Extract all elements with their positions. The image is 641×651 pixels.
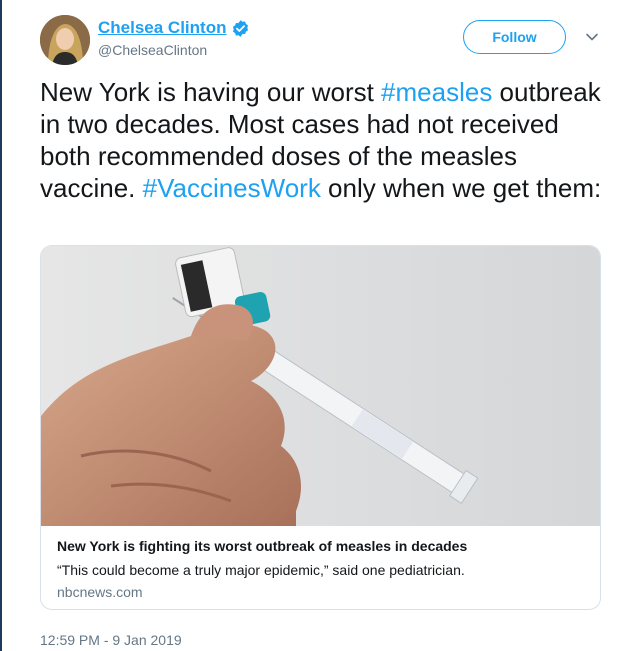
- link-preview-card[interactable]: New York is fighting its worst outbreak …: [40, 245, 601, 610]
- card-title[interactable]: New York is fighting its worst outbreak …: [57, 538, 467, 554]
- tweet-timestamp[interactable]: 12:59 PM - 9 Jan 2019: [40, 632, 182, 648]
- author-name[interactable]: Chelsea Clinton: [98, 18, 226, 38]
- tweet-text-part: only when we get them:: [320, 173, 602, 203]
- tweet-text: New York is having our worst #measles ou…: [40, 76, 610, 204]
- tweet-text-part: New York is having our worst: [40, 77, 382, 107]
- follow-button[interactable]: Follow: [463, 20, 566, 54]
- avatar[interactable]: [40, 15, 90, 65]
- window-edge: [0, 0, 2, 651]
- author-handle[interactable]: @ChelseaClinton: [98, 42, 207, 58]
- verified-badge-icon: [231, 19, 250, 38]
- card-image[interactable]: [41, 246, 600, 526]
- card-domain[interactable]: nbcnews.com: [57, 584, 143, 600]
- author-name-row: Chelsea Clinton: [98, 17, 250, 39]
- hashtag-link[interactable]: #measles: [381, 77, 492, 107]
- card-description: “This could become a truly major epidemi…: [57, 562, 465, 578]
- hashtag-link[interactable]: #VaccinesWork: [143, 173, 321, 203]
- chevron-down-icon[interactable]: [585, 30, 599, 44]
